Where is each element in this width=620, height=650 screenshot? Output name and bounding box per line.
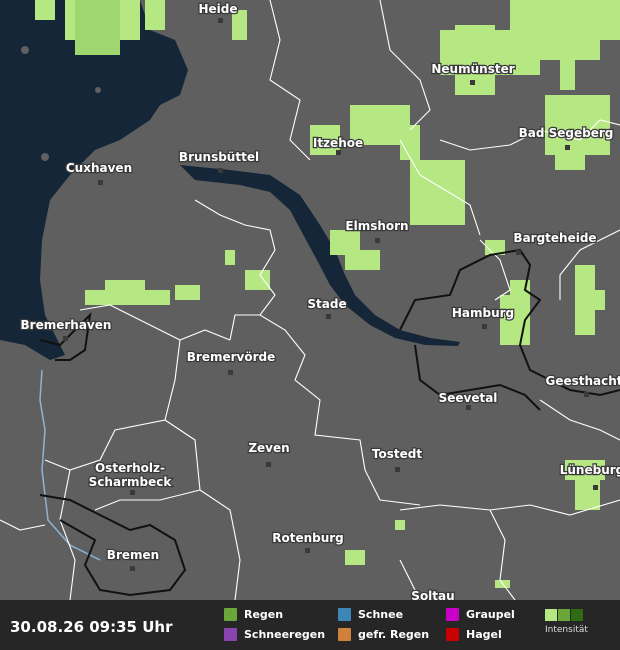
intensity-medium xyxy=(558,609,570,621)
map-canvas: Heide Neumünster Bad Segeberg Cuxhaven B… xyxy=(0,0,620,600)
city-label: Bremerhaven xyxy=(21,318,112,332)
legend-label: gefr. Regen xyxy=(358,628,430,641)
island xyxy=(41,153,49,161)
island xyxy=(21,46,29,54)
legend-item-gefr-regen: gefr. Regen xyxy=(338,628,429,641)
swatch-gefr-regen xyxy=(338,628,351,641)
city-label: Neumünster xyxy=(431,62,514,76)
city-label: Heide xyxy=(198,2,237,16)
city-label: Bad Segeberg xyxy=(519,126,614,140)
city-label: Itzehoe xyxy=(313,136,363,150)
legend-label: Schnee xyxy=(358,608,404,621)
legend-item-hagel: Hagel xyxy=(446,628,502,641)
swatch-schneeregen xyxy=(224,628,237,641)
city-label: Bargteheide xyxy=(513,231,596,245)
radar-footer: 30.08.26 09:35 Uhr Regen Schnee Graupel … xyxy=(0,600,620,650)
city-label: Brunsbüttel xyxy=(179,150,259,164)
legend-item-schneeregen: Schneeregen xyxy=(224,628,325,641)
island xyxy=(95,87,101,93)
city-label: Hamburg xyxy=(452,306,514,320)
legend-label: Schneeregen xyxy=(244,628,326,641)
legend-item-graupel: Graupel xyxy=(446,608,515,621)
legend-label: Hagel xyxy=(466,628,502,641)
city-label: Tostedt xyxy=(372,447,422,461)
legend-label: Graupel xyxy=(466,608,515,621)
swatch-schnee xyxy=(338,608,351,621)
legend-item-schnee: Schnee xyxy=(338,608,403,621)
city-label: Zeven xyxy=(248,441,289,455)
city-label: Seevetal xyxy=(439,391,498,405)
radar-timestamp: 30.08.26 09:35 Uhr xyxy=(10,618,173,636)
intensity-bars xyxy=(545,609,615,621)
city-label: Geesthacht xyxy=(545,374,620,388)
intensity-low xyxy=(545,609,557,621)
city-label: Soltau xyxy=(411,589,454,600)
city-label: Bremen xyxy=(107,548,159,562)
city-label: Lüneburg xyxy=(560,463,620,477)
intensity-high xyxy=(571,609,583,621)
intensity-scale: Intensität xyxy=(545,609,615,635)
swatch-hagel xyxy=(446,628,459,641)
city-label: Bremervörde xyxy=(187,350,275,364)
weather-radar-map[interactable]: Heide Neumünster Bad Segeberg Cuxhaven B… xyxy=(0,0,620,600)
intensity-label: Intensität xyxy=(545,625,588,635)
swatch-graupel xyxy=(446,608,459,621)
city-label: Cuxhaven xyxy=(66,161,132,175)
swatch-regen xyxy=(224,608,237,621)
legend-label: Regen xyxy=(244,608,284,621)
city-label: Elmshorn xyxy=(345,219,408,233)
city-label: Stade xyxy=(307,297,346,311)
city-label: Rotenburg xyxy=(272,531,344,545)
legend-item-regen: Regen xyxy=(224,608,283,621)
city-label: Osterholz- xyxy=(95,461,165,475)
city-label: Scharmbeck xyxy=(89,475,173,489)
